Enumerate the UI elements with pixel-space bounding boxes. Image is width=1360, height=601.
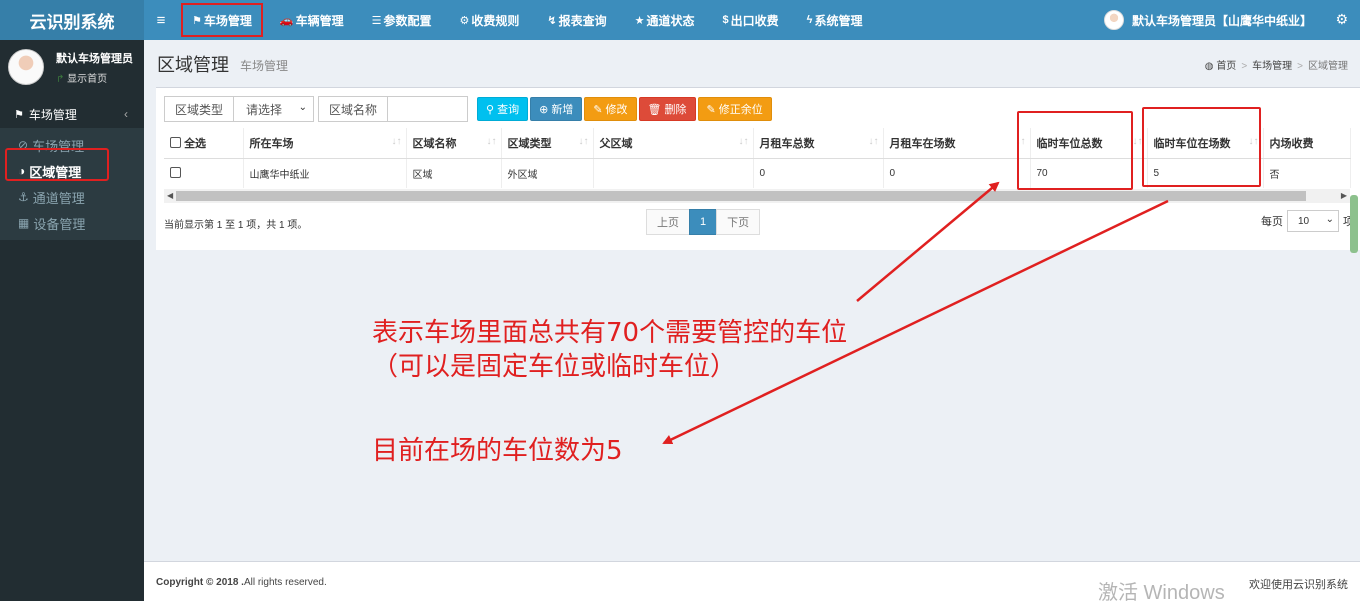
arrow-to-total	[856, 181, 1000, 302]
annotation-present-spaces: 目前在场的车位数为5	[372, 436, 623, 466]
annotation-arrows	[662, 181, 1169, 445]
annotation-space-types: （可以是固定车位或临时车位）	[372, 352, 737, 382]
annotation-total-spaces: 表示车场里面总共有70个需要管控的车位	[372, 318, 848, 348]
